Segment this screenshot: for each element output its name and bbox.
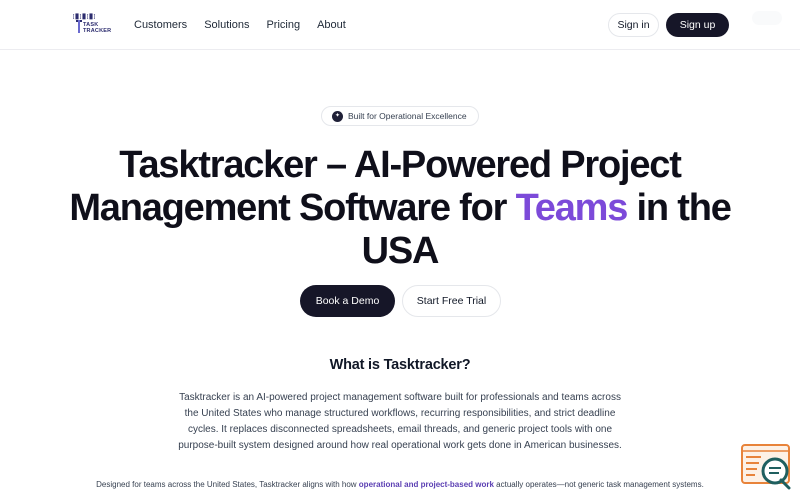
what-is-body: Tasktracker is an AI-powered project man…: [178, 392, 622, 451]
logo-text-line2: TRACKER: [83, 28, 112, 34]
hero-badge: ✦ Built for Operational Excellence: [321, 106, 479, 126]
sign-up-button[interactable]: Sign up: [666, 13, 729, 37]
hero-title: Tasktracker – AI-Powered Project Managem…: [60, 144, 740, 273]
logo-t-icon: [76, 20, 82, 33]
designed-for-note: Designed for teams across the United Sta…: [40, 480, 760, 489]
operational-work-link[interactable]: operational and project-based work: [359, 480, 494, 489]
what-is-title: What is Tasktracker?: [329, 357, 471, 373]
nav-solutions[interactable]: Solutions: [204, 17, 249, 33]
theme-toggle[interactable]: [752, 11, 782, 25]
note-start: Designed for teams across the United Sta…: [96, 480, 359, 489]
tasktracker-logo[interactable]: [█]█[█] TASK TRACKER: [72, 14, 111, 36]
start-trial-button[interactable]: Start Free Trial: [402, 285, 501, 317]
badge-text: Built for Operational Excellence: [348, 111, 467, 121]
nav-pricing[interactable]: Pricing: [266, 17, 300, 33]
sign-in-button[interactable]: Sign in: [608, 13, 659, 37]
sparkle-icon: ✦: [332, 110, 343, 122]
chat-support-icon[interactable]: [741, 444, 791, 490]
logo-text: TASK TRACKER: [83, 22, 111, 34]
hero-title-accent: Teams: [515, 187, 629, 229]
site-header: [█]█[█] TASK TRACKER Customers Solutions…: [0, 0, 800, 50]
book-demo-button[interactable]: Book a Demo: [300, 285, 395, 317]
nav-about[interactable]: About: [317, 17, 346, 33]
main-nav: Customers Solutions Pricing About: [134, 17, 363, 33]
note-end: actually operates—not generic task manag…: [493, 480, 704, 489]
nav-customers[interactable]: Customers: [134, 17, 187, 33]
